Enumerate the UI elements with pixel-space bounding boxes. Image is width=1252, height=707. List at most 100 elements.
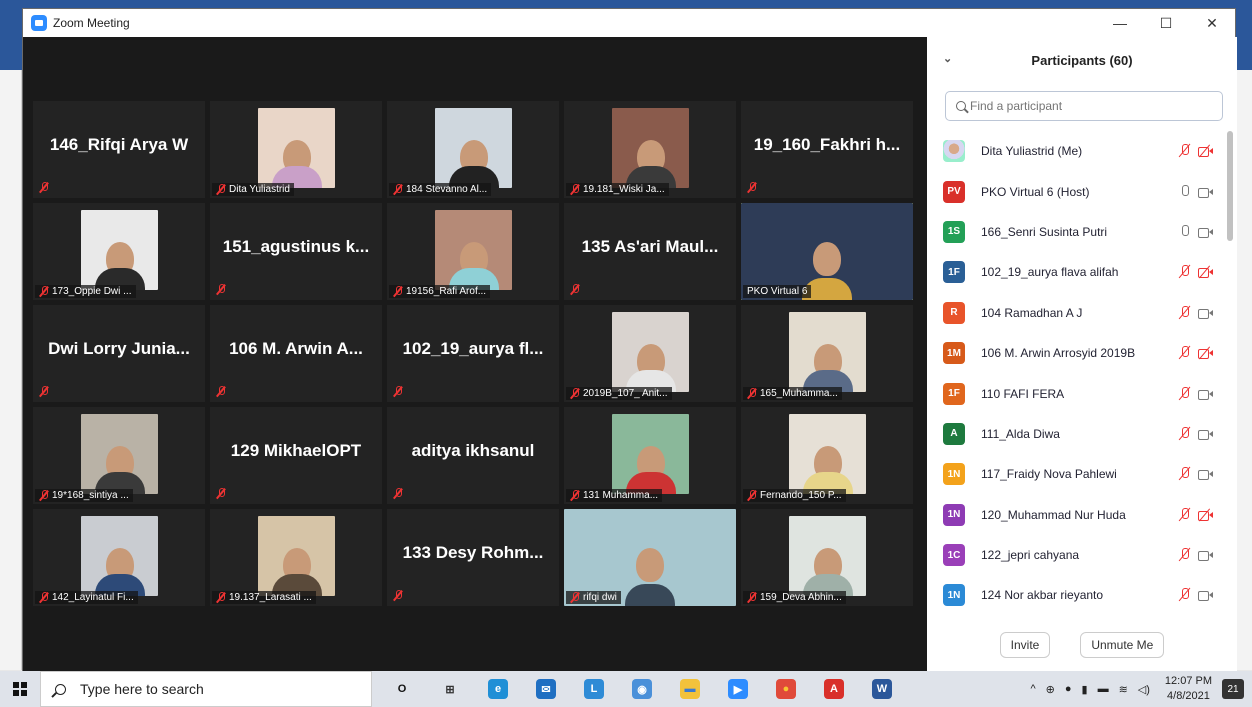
video-tile[interactable]: 165_Muhamma...	[741, 305, 913, 402]
participant-display-name: 133 Desy Rohm...	[402, 543, 544, 562]
mic-muted-icon	[39, 182, 49, 193]
video-tile[interactable]: 106 M. Arwin A...	[210, 305, 382, 402]
video-tile[interactable]: 151_agustinus k...	[210, 203, 382, 300]
video-tile[interactable]: 146_Rifqi Arya W	[33, 101, 205, 198]
taskbar-app[interactable]: ◉	[618, 671, 666, 707]
participant-row[interactable]: 1F 110 FAFI FERA	[927, 373, 1227, 413]
video-tile[interactable]: 19_160_Fakhri h...	[741, 101, 913, 198]
video-tile[interactable]: 19156_Rafi Arof...	[387, 203, 559, 300]
avatar	[943, 140, 965, 163]
participant-row[interactable]: 1N 124 Nor akbar rieyanto	[927, 575, 1227, 615]
participant-status-icons	[1180, 144, 1213, 158]
notification-count: 21	[1227, 683, 1239, 695]
video-icon	[1198, 389, 1213, 400]
battery-icon[interactable]: ▬	[1098, 683, 1109, 695]
tray-chevron-icon[interactable]: ^	[1030, 683, 1035, 695]
unmute-me-button[interactable]: Unmute Me	[1080, 632, 1165, 658]
video-tile[interactable]: Dita Yuliastrid	[210, 101, 382, 198]
invite-button[interactable]: Invite	[999, 632, 1051, 658]
video-tile[interactable]: 19*168_sintiya ...	[33, 407, 205, 504]
participant-name: 159_Deva Abhin...	[760, 592, 842, 603]
video-tile[interactable]: 142_Layinatul Fi...	[33, 509, 205, 606]
participant-row[interactable]: 1C 122_jepri cahyana	[927, 535, 1227, 575]
video-tile[interactable]: rifqi dwi	[564, 509, 736, 606]
collapse-chevron-icon[interactable]: ⌄	[943, 52, 952, 65]
taskbar-app[interactable]: O	[378, 671, 426, 707]
tray-mic-icon[interactable]: ▮	[1082, 683, 1088, 696]
avatar: 1N	[943, 463, 965, 486]
video-tile[interactable]: 129 MikhaelOPT	[210, 407, 382, 504]
participant-row[interactable]: 1M 106 M. Arwin Arrosyid 2019B	[927, 333, 1227, 373]
mic-muted-icon	[39, 286, 49, 297]
participant-list-scrollbar[interactable]	[1227, 131, 1233, 241]
participant-name: 2019B_107_ Anit...	[583, 388, 668, 399]
participant-row[interactable]: 1S 166_Senri Susinta Putri	[927, 212, 1227, 252]
participant-name: 173_Oppie Dwi ...	[52, 286, 132, 297]
mic-icon	[1180, 184, 1190, 199]
taskbar-app[interactable]: L	[570, 671, 618, 707]
video-tile[interactable]: 19.137_Larasati ...	[210, 509, 382, 606]
taskbar-app[interactable]: A	[810, 671, 858, 707]
participant-row[interactable]: A 111_Alda Diwa	[927, 414, 1227, 454]
video-tile[interactable]: aditya ikhsanul	[387, 407, 559, 504]
taskbar-app[interactable]: ▬	[666, 671, 714, 707]
participant-row[interactable]: Dita Yuliastrid (Me)	[927, 131, 1227, 171]
participants-title: Participants (60)	[1031, 52, 1133, 68]
tray-app-icon[interactable]: ●	[1065, 683, 1072, 695]
video-tile[interactable]: 135 As'ari Maul...	[564, 203, 736, 300]
taskbar-app[interactable]: W	[858, 671, 906, 707]
taskbar-app[interactable]: ▶	[714, 671, 762, 707]
participant-row[interactable]: R 104 Ramadhan A J	[927, 293, 1227, 333]
video-tile[interactable]: PKO Virtual 6	[741, 203, 913, 300]
start-button[interactable]	[0, 671, 40, 707]
notification-center-button[interactable]: 21	[1222, 679, 1244, 699]
wifi-icon[interactable]: ≋	[1119, 683, 1128, 696]
mic-muted-icon	[393, 184, 403, 195]
participant-name: 122_jepri cahyana	[981, 548, 1080, 563]
participant-display-name: 19_160_Fakhri h...	[753, 135, 901, 154]
mic-muted-icon	[1180, 386, 1190, 401]
close-button[interactable]: ✕	[1189, 9, 1235, 37]
video-tile[interactable]: 184 Stevanno Al...	[387, 101, 559, 198]
volume-icon[interactable]: ◁)	[1138, 683, 1150, 696]
minimize-button[interactable]: —	[1097, 9, 1143, 37]
participant-row[interactable]: 1F 102_19_aurya flava alifah	[927, 252, 1227, 292]
video-tile[interactable]: Fernando_150 P...	[741, 407, 913, 504]
participant-status-icons	[1180, 426, 1213, 441]
participant-name-label: 131 Muhamma...	[566, 489, 663, 502]
video-tile[interactable]: 19.181_Wiski Ja...	[564, 101, 736, 198]
video-tile[interactable]: 173_Oppie Dwi ...	[33, 203, 205, 300]
video-tile[interactable]: 133 Desy Rohm...	[387, 509, 559, 606]
search-input[interactable]	[970, 99, 1210, 113]
chrome-icon: ●	[776, 679, 796, 699]
clock[interactable]: 12:07 PM 4/8/2021	[1165, 674, 1212, 704]
video-tile[interactable]: 2019B_107_ Anit...	[564, 305, 736, 402]
tray-app-icon[interactable]: ⊕	[1046, 683, 1055, 696]
video-tile[interactable]: Dwi Lorry Junia...	[33, 305, 205, 402]
taskbar-search[interactable]: Type here to search	[40, 671, 372, 707]
file-explorer-icon: ▬	[680, 679, 700, 699]
participant-video	[612, 312, 689, 392]
video-gallery: 146_Rifqi Arya W Dita Yuliastrid 184 Steva…	[23, 37, 927, 672]
video-tile[interactable]: 159_Deva Abhin...	[741, 509, 913, 606]
mic-muted-icon	[570, 592, 580, 603]
participant-row[interactable]: 1N 117_Fraidy Nova Pahlewi	[927, 454, 1227, 494]
taskbar-app[interactable]: e	[474, 671, 522, 707]
taskbar-app[interactable]: ⊞	[426, 671, 474, 707]
participant-row[interactable]: PV PKO Virtual 6 (Host)	[927, 171, 1227, 211]
participant-row[interactable]: 1N 120_Muhammad Nur Huda	[927, 495, 1227, 535]
mic-muted-icon	[747, 182, 757, 193]
participant-search[interactable]	[945, 91, 1223, 121]
mic-muted-icon	[1180, 467, 1190, 481]
maximize-button[interactable]: ☐	[1143, 9, 1189, 37]
taskbar-app[interactable]: ✉	[522, 671, 570, 707]
participant-name: 106 M. Arwin Arrosyid 2019B	[981, 346, 1136, 361]
mic-muted-icon	[216, 386, 226, 397]
mic-muted-icon	[393, 286, 403, 297]
taskbar-app[interactable]: ●	[762, 671, 810, 707]
title-bar: Zoom Meeting — ☐ ✕	[23, 9, 1235, 37]
participant-status-icons	[1180, 346, 1213, 360]
avatar: 1M	[943, 342, 965, 365]
video-tile[interactable]: 131 Muhamma...	[564, 407, 736, 504]
video-tile[interactable]: 102_19_aurya fl...	[387, 305, 559, 402]
